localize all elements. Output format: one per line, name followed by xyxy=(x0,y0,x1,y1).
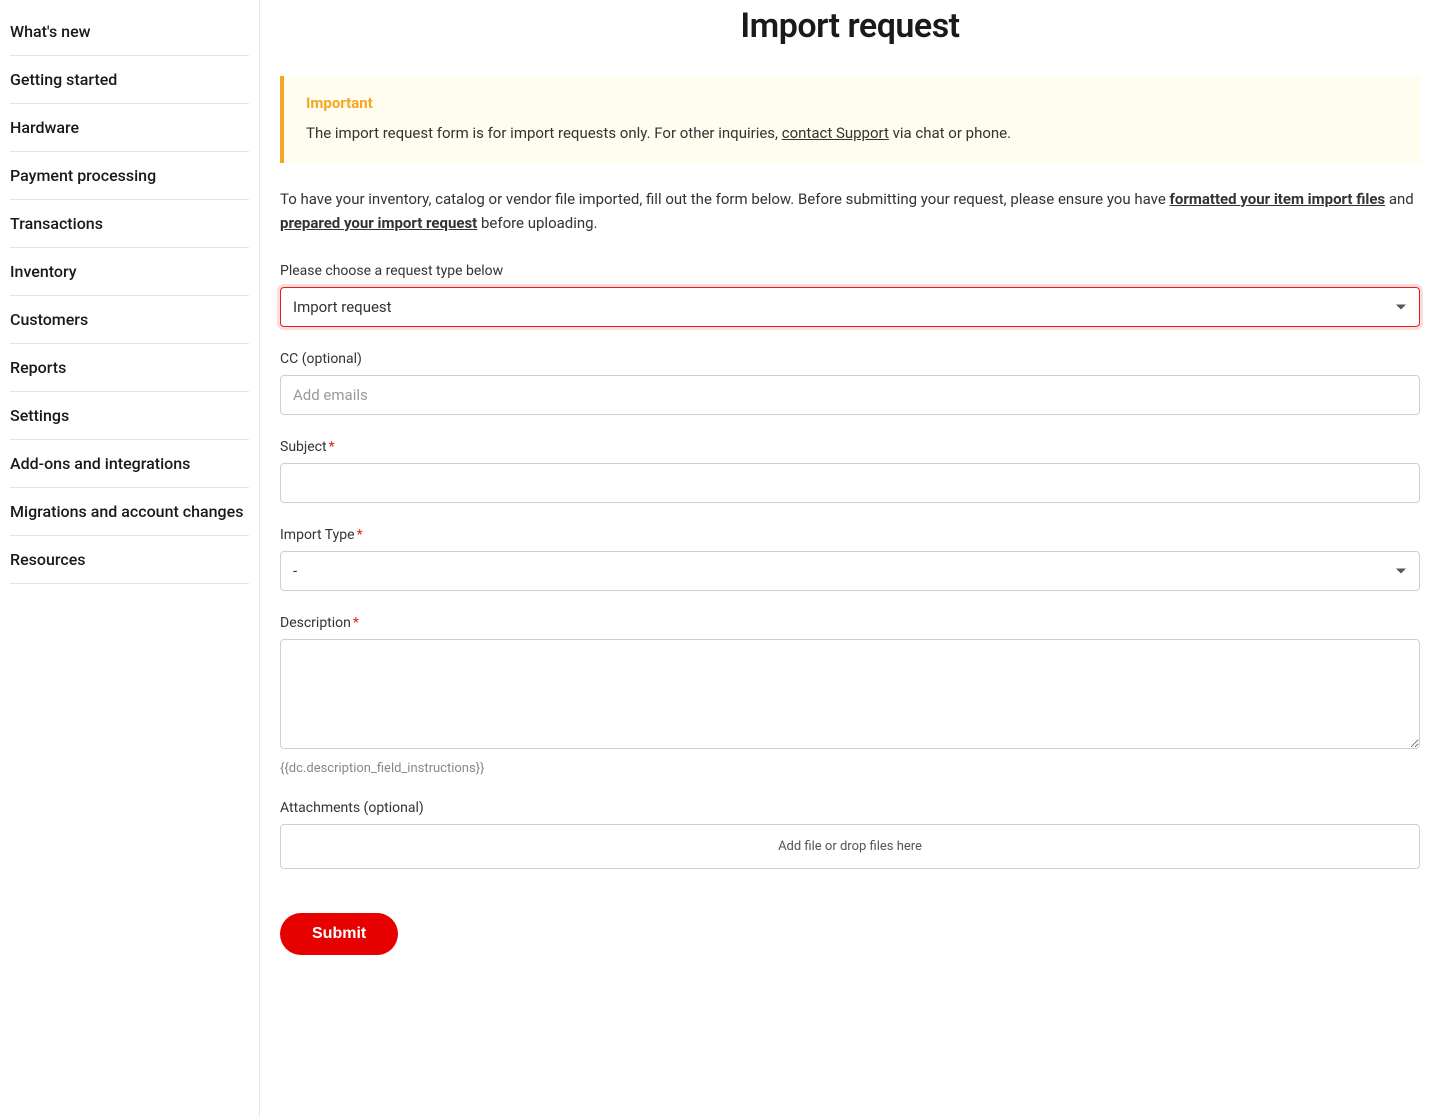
sidebar-item-inventory[interactable]: Inventory xyxy=(10,248,249,296)
intro-part1: To have your inventory, catalog or vendo… xyxy=(280,190,1170,208)
description-group: Description* {{dc.description_field_inst… xyxy=(280,615,1420,776)
sidebar-item-hardware[interactable]: Hardware xyxy=(10,104,249,152)
page-title: Import request xyxy=(280,6,1420,46)
formatted-files-link[interactable]: formatted your item import files xyxy=(1170,190,1386,208)
callout-body: The import request form is for import re… xyxy=(306,122,1398,145)
request-type-label: Please choose a request type below xyxy=(280,263,1420,279)
request-type-select[interactable]: Import request xyxy=(280,287,1420,327)
sidebar-item-transactions[interactable]: Transactions xyxy=(10,200,249,248)
import-type-required-icon: * xyxy=(357,527,363,543)
sidebar-item-customers[interactable]: Customers xyxy=(10,296,249,344)
contact-support-link[interactable]: contact Support xyxy=(782,124,889,142)
cc-input[interactable] xyxy=(280,375,1420,415)
attachments-group: Attachments (optional) Add file or drop … xyxy=(280,800,1420,869)
cc-group: CC (optional) xyxy=(280,351,1420,415)
subject-group: Subject* xyxy=(280,439,1420,503)
import-type-label-text: Import Type xyxy=(280,527,355,543)
description-required-icon: * xyxy=(353,615,359,631)
main-content: Import request Important The import requ… xyxy=(260,0,1440,1117)
submit-button[interactable]: Submit xyxy=(280,913,398,955)
subject-required-icon: * xyxy=(329,439,335,455)
callout-text-suffix: via chat or phone. xyxy=(889,124,1011,142)
subject-input[interactable] xyxy=(280,463,1420,503)
attachments-label: Attachments (optional) xyxy=(280,800,1420,816)
subject-label-text: Subject xyxy=(280,439,327,455)
sidebar: What's new Getting started Hardware Paym… xyxy=(0,0,260,1117)
sidebar-item-addons[interactable]: Add-ons and integrations xyxy=(10,440,249,488)
description-label: Description* xyxy=(280,615,1420,631)
cc-label: CC (optional) xyxy=(280,351,1420,367)
sidebar-item-getting-started[interactable]: Getting started xyxy=(10,56,249,104)
attachments-dropzone[interactable]: Add file or drop files here xyxy=(280,824,1420,869)
import-type-select-wrapper: - xyxy=(280,551,1420,591)
sidebar-item-payment-processing[interactable]: Payment processing xyxy=(10,152,249,200)
subject-label: Subject* xyxy=(280,439,1420,455)
sidebar-item-migrations[interactable]: Migrations and account changes xyxy=(10,488,249,536)
import-type-select[interactable]: - xyxy=(280,551,1420,591)
sidebar-item-reports[interactable]: Reports xyxy=(10,344,249,392)
sidebar-item-settings[interactable]: Settings xyxy=(10,392,249,440)
callout-title: Important xyxy=(306,94,1398,112)
intro-part3: before uploading. xyxy=(477,214,597,232)
request-type-group: Please choose a request type below Impor… xyxy=(280,263,1420,327)
description-textarea[interactable] xyxy=(280,639,1420,749)
description-hint: {{dc.description_field_instructions}} xyxy=(280,761,1420,776)
description-label-text: Description xyxy=(280,615,351,631)
sidebar-item-resources[interactable]: Resources xyxy=(10,536,249,584)
intro-part2: and xyxy=(1385,190,1414,208)
import-type-group: Import Type* - xyxy=(280,527,1420,591)
sidebar-item-whats-new[interactable]: What's new xyxy=(10,8,249,56)
import-type-label: Import Type* xyxy=(280,527,1420,543)
sidebar-list: What's new Getting started Hardware Paym… xyxy=(0,8,259,584)
important-callout: Important The import request form is for… xyxy=(280,76,1420,163)
intro-text: To have your inventory, catalog or vendo… xyxy=(280,187,1420,235)
request-type-select-wrapper: Import request xyxy=(280,287,1420,327)
prepared-request-link[interactable]: prepared your import request xyxy=(280,214,477,232)
callout-text-prefix: The import request form is for import re… xyxy=(306,124,782,142)
